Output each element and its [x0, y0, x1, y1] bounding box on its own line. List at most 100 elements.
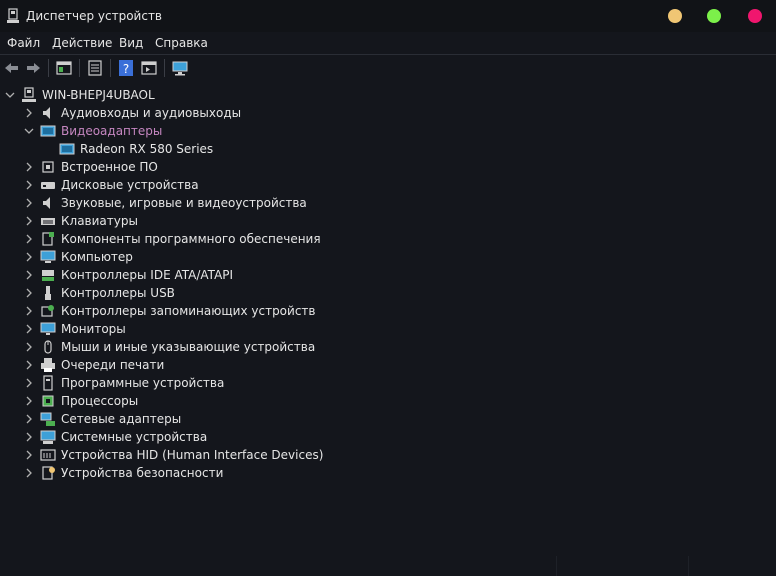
processor-icon [42, 395, 54, 407]
device-category[interactable]: Устройства HID (Human Interface Devices) [0, 446, 340, 464]
speaker-icon [43, 107, 50, 119]
chevron-right-icon[interactable] [24, 252, 34, 262]
minimize-button[interactable] [668, 9, 682, 23]
category-label: Программные устройства [61, 376, 225, 390]
chevron-right-icon[interactable] [24, 270, 34, 280]
category-label: Клавиатуры [61, 214, 138, 228]
category-label: Контроллеры запоминающих устройств [61, 304, 316, 318]
menu-view[interactable]: Вид [119, 36, 143, 50]
category-label: Контроллеры IDE ATA/ATAPI [61, 268, 234, 282]
chevron-right-icon[interactable] [24, 162, 34, 172]
toolbar-separator [48, 59, 49, 77]
device-category[interactable]: Встроенное ПО [0, 158, 340, 176]
menu-action[interactable]: Действие [52, 36, 112, 50]
chevron-down-icon[interactable] [5, 90, 15, 100]
disk-icon [41, 182, 55, 189]
mouse-icon [44, 340, 52, 354]
toolbar: ? [0, 55, 776, 81]
device-category[interactable]: Контроллеры IDE ATA/ATAPI [0, 266, 340, 284]
chevron-right-icon[interactable] [24, 234, 34, 244]
network-adapter-icon [40, 412, 55, 426]
device-category[interactable]: Очереди печати [0, 356, 340, 374]
chevron-right-icon[interactable] [24, 450, 34, 460]
category-label: Устройства безопасности [61, 466, 224, 480]
close-button[interactable] [748, 9, 762, 23]
chevron-right-icon[interactable] [24, 288, 34, 298]
hid-icon [40, 449, 56, 461]
keyboard-icon [41, 218, 55, 225]
device-category[interactable]: Мониторы [0, 320, 340, 338]
category-label: Мониторы [61, 322, 126, 336]
device-category[interactable]: Программные устройства [0, 374, 340, 392]
tree-root[interactable]: WIN-BHEPJ4UBAOL [0, 86, 300, 104]
device-category[interactable]: Контроллеры USB [0, 284, 340, 302]
chevron-right-icon[interactable] [24, 108, 34, 118]
chevron-right-icon[interactable] [24, 396, 34, 406]
chevron-right-icon[interactable] [24, 180, 34, 190]
divider [556, 556, 557, 576]
device-category[interactable]: Компьютер [0, 248, 340, 266]
device-category[interactable]: Устройства безопасности [0, 464, 340, 482]
chevron-right-icon[interactable] [24, 378, 34, 388]
device-category[interactable]: Мыши и иные указывающие устройства [0, 338, 340, 356]
computer-icon [40, 250, 56, 263]
status-area [0, 556, 776, 576]
divider [688, 556, 689, 576]
update-driver-icon[interactable] [86, 59, 104, 77]
device-item[interactable]: Radeon RX 580 Series [0, 140, 340, 158]
category-label: Компоненты программного обеспечения [61, 232, 321, 246]
chevron-down-icon[interactable] [24, 126, 34, 136]
device-category[interactable]: Компоненты программного обеспечения [0, 230, 340, 248]
device-category[interactable]: Клавиатуры [0, 212, 340, 230]
device-category[interactable]: Контроллеры запоминающих устройств [0, 302, 340, 320]
device-category[interactable]: Процессоры [0, 392, 340, 410]
chevron-right-icon[interactable] [24, 414, 34, 424]
chevron-right-icon[interactable] [24, 198, 34, 208]
chevron-right-icon[interactable] [24, 306, 34, 316]
chip-icon [42, 161, 54, 173]
menu-bar: Файл Действие Вид Справка [0, 32, 776, 55]
monitor-scan-icon[interactable] [171, 59, 189, 77]
category-label: Видеоадаптеры [61, 124, 163, 138]
category-label: Сетевые адаптеры [61, 412, 182, 426]
storage-controller-icon [41, 305, 54, 317]
display-adapter-icon [59, 143, 75, 155]
software-device-icon [43, 375, 53, 391]
show-hidden-icon[interactable] [140, 59, 158, 77]
device-category[interactable]: Аудиовходы и аудиовыходы [0, 104, 340, 122]
monitor-icon [40, 322, 56, 335]
category-label: Звуковые, игровые и видеоустройства [61, 196, 307, 210]
help-icon[interactable]: ? [117, 59, 135, 77]
chevron-right-icon[interactable] [24, 360, 34, 370]
category-label: Устройства HID (Human Interface Devices) [61, 448, 324, 462]
device-label: Radeon RX 580 Series [80, 142, 214, 156]
computer-root-icon [22, 87, 36, 102]
toolbar-separator [164, 59, 165, 77]
device-category[interactable]: Видеоадаптеры [0, 122, 340, 140]
menu-file[interactable]: Файл [7, 36, 40, 50]
window-title: Диспетчер устройств [26, 9, 163, 23]
back-icon[interactable] [3, 59, 21, 77]
chevron-right-icon[interactable] [24, 468, 34, 478]
menu-help[interactable]: Справка [155, 36, 208, 50]
ide-controller-icon [42, 270, 54, 281]
chevron-right-icon[interactable] [24, 216, 34, 226]
toolbar-separator [110, 59, 111, 77]
chevron-right-icon[interactable] [24, 432, 34, 442]
chevron-right-icon[interactable] [24, 324, 34, 334]
device-category[interactable]: Сетевые адаптеры [0, 410, 340, 428]
software-component-icon [42, 232, 54, 246]
device-category[interactable]: Звуковые, игровые и видеоустройства [0, 194, 340, 212]
maximize-button[interactable] [707, 9, 721, 23]
category-label: Встроенное ПО [61, 160, 158, 174]
title-bar: Диспетчер устройств [0, 0, 776, 32]
device-category[interactable]: Системные устройства [0, 428, 340, 446]
category-label: Системные устройства [61, 430, 208, 444]
properties-icon[interactable] [55, 59, 73, 77]
display-adapter-icon [40, 125, 56, 137]
device-category[interactable]: Дисковые устройства [0, 176, 340, 194]
category-label: Аудиовходы и аудиовыходы [61, 106, 242, 120]
root-label: WIN-BHEPJ4UBAOL [42, 88, 155, 102]
forward-icon[interactable] [24, 59, 42, 77]
chevron-right-icon[interactable] [24, 342, 34, 352]
